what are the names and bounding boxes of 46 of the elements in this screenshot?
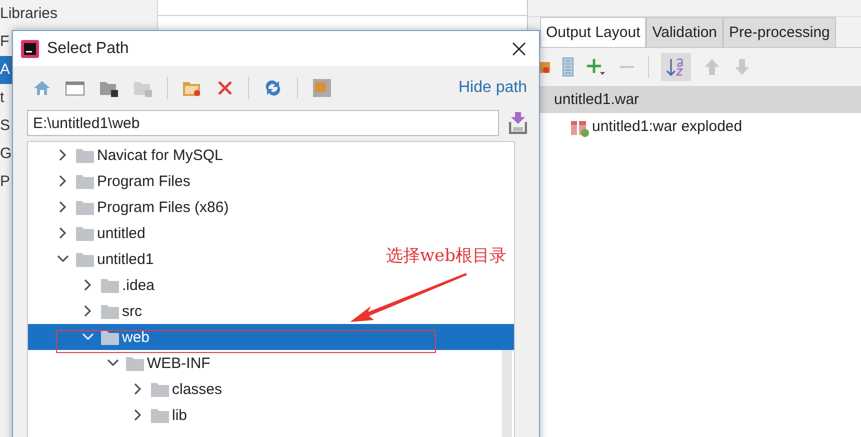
folder-row[interactable]: classes bbox=[28, 376, 226, 402]
folder-icon bbox=[76, 148, 94, 162]
delete-icon[interactable] bbox=[216, 79, 234, 97]
hide-path-link[interactable]: Hide path bbox=[458, 79, 527, 97]
refresh-icon[interactable] bbox=[263, 78, 283, 98]
annotation-text: 选择web根目录 bbox=[386, 245, 506, 267]
add-icon[interactable] bbox=[586, 57, 606, 77]
folder-row[interactable]: Program Files bbox=[28, 168, 194, 194]
folder-icon bbox=[76, 226, 94, 240]
folder-icon bbox=[76, 174, 94, 188]
folder-icon bbox=[101, 304, 119, 318]
new-folder-icon[interactable] bbox=[182, 79, 202, 97]
folder-icon[interactable] bbox=[99, 79, 119, 97]
window-icon[interactable] bbox=[65, 79, 85, 97]
folder-row[interactable]: untitled1 bbox=[28, 246, 158, 272]
path-field[interactable]: E:\untitled1\web bbox=[27, 110, 499, 136]
folder-icon bbox=[76, 200, 94, 214]
tab[interactable]: Output Layout bbox=[540, 17, 646, 47]
folder-icon bbox=[151, 382, 169, 396]
artifact-row[interactable]: untitled1:war exploded bbox=[540, 113, 861, 140]
folder-icon bbox=[101, 330, 119, 344]
download-icon[interactable] bbox=[509, 112, 527, 134]
folder-row[interactable]: Program Files (x86) bbox=[28, 194, 233, 220]
artifact-row[interactable]: untitled1.war bbox=[540, 86, 861, 113]
tab[interactable]: Pre-processing bbox=[723, 17, 836, 47]
hidden-files-icon[interactable] bbox=[312, 78, 332, 98]
sidebar-item[interactable]: Libraries bbox=[0, 0, 157, 28]
close-icon[interactable] bbox=[511, 40, 527, 56]
folder-icon bbox=[76, 252, 94, 266]
sort-icon[interactable] bbox=[661, 53, 691, 81]
archive-icon[interactable] bbox=[562, 57, 574, 77]
folder-icon bbox=[151, 408, 169, 422]
scrollbar[interactable] bbox=[502, 350, 512, 437]
folder-row[interactable]: untitled bbox=[28, 220, 150, 246]
folder-row[interactable]: lib bbox=[28, 402, 192, 428]
folder-row[interactable]: Navicat for MySQL bbox=[28, 142, 227, 168]
folder-row[interactable]: src bbox=[28, 298, 146, 324]
folder-row[interactable]: WEB-INF bbox=[28, 350, 214, 376]
home-icon[interactable] bbox=[33, 79, 51, 97]
folder-icon bbox=[101, 278, 119, 292]
app-logo-icon bbox=[21, 40, 39, 58]
folder-icon bbox=[126, 356, 144, 370]
window-title: Select Path bbox=[47, 40, 129, 58]
tab[interactable]: Validation bbox=[646, 17, 724, 47]
folder-row[interactable]: web bbox=[28, 324, 514, 350]
folder-row[interactable]: .idea bbox=[28, 272, 159, 298]
